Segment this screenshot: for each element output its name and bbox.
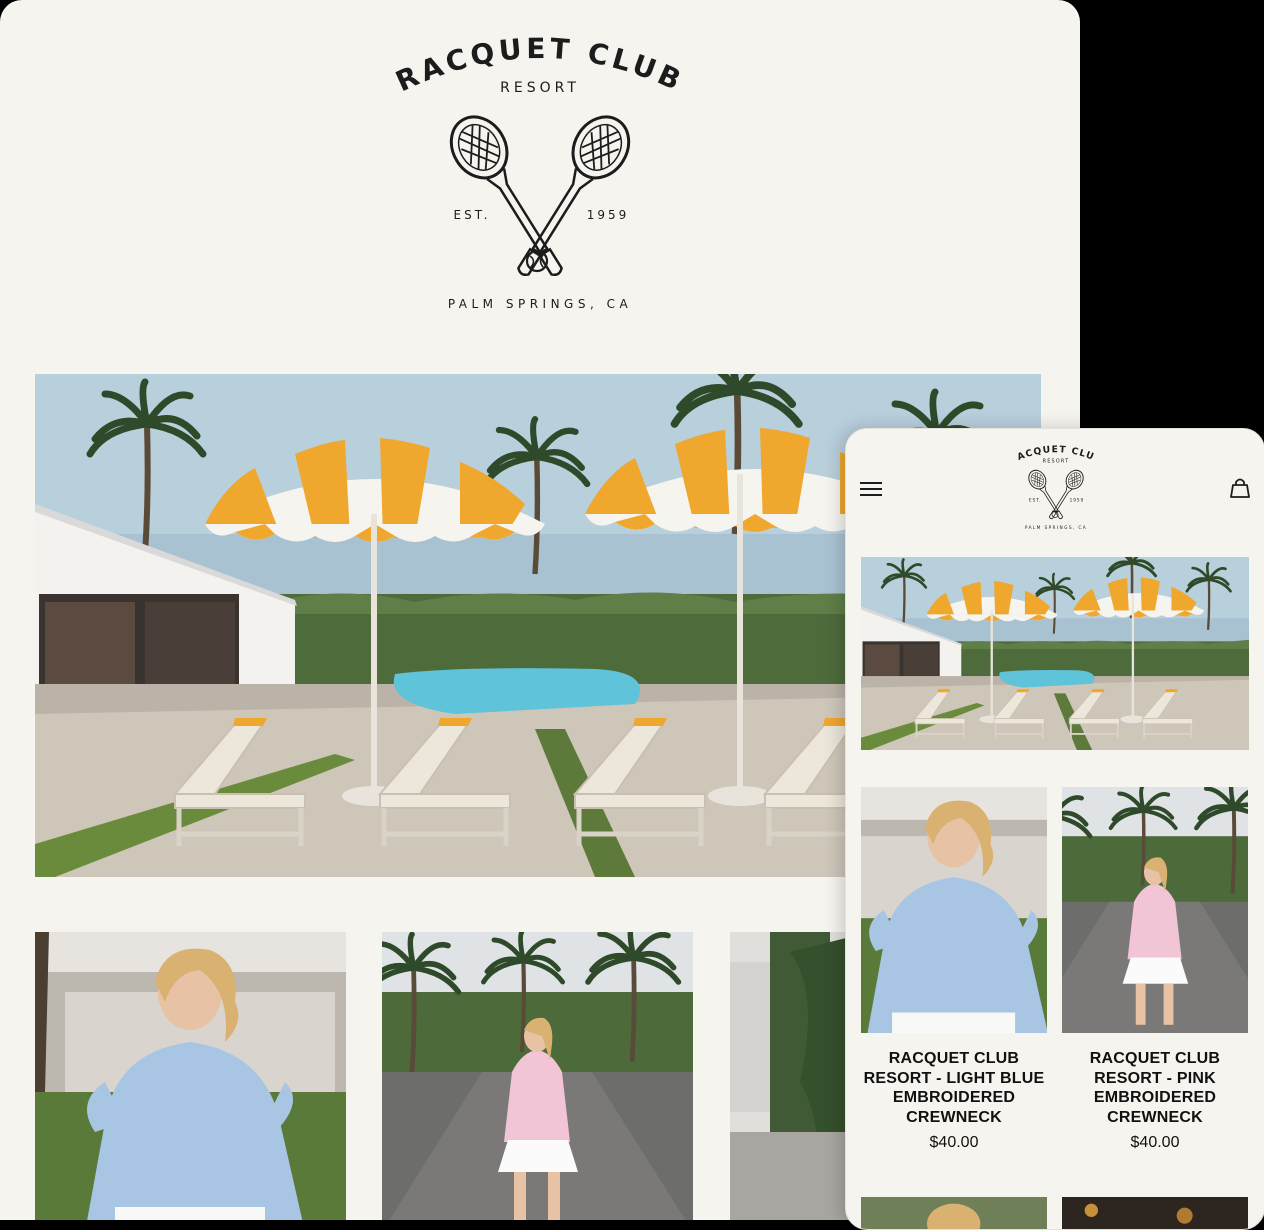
product-price: $40.00 (929, 1134, 979, 1151)
product-title-line: EMBROIDERED (1093, 1089, 1217, 1106)
est-label: EST. (454, 208, 491, 222)
mobile-header: RACQUET CLUB RESORT EST. 1959 PALM SPRIN… (846, 429, 1264, 539)
product-title[interactable]: RACQUET CLUB RESORT - LIGHT BLUE EMBROID… (861, 1049, 1047, 1127)
next-product-image[interactable] (861, 1197, 1047, 1229)
product-title-line: RESORT - PINK (1094, 1069, 1216, 1087)
shopping-bag-icon[interactable] (1229, 477, 1251, 499)
product-card[interactable]: RACQUET CLUB RESORT - PINK EMBROIDERED C… (1062, 787, 1248, 1152)
product-price: $40.00 (1130, 1134, 1180, 1151)
product-title-line: CREWNECK (906, 1108, 1002, 1126)
brand-location: PALM SPRINGS, CA (448, 297, 632, 311)
product-card[interactable]: RACQUET CLUB RESORT - LIGHT BLUE EMBROID… (861, 787, 1047, 1152)
brand-subtitle: RESORT (500, 80, 580, 96)
product-title-line: EMBROIDERED (892, 1089, 1016, 1106)
product-thumb-pink[interactable] (382, 932, 693, 1220)
mobile-crossed-rackets-icon (1024, 466, 1088, 524)
mobile-brand-location: PALM SPRINGS, CA (1025, 525, 1087, 531)
product-title-line: RACQUET CLUB (1089, 1050, 1221, 1067)
product-title-line: RACQUET CLUB (888, 1050, 1020, 1067)
product-title[interactable]: RACQUET CLUB RESORT - PINK EMBROIDERED C… (1062, 1049, 1248, 1127)
product-title-line: RESORT - LIGHT BLUE (863, 1069, 1045, 1087)
mobile-est-label: EST. (1029, 498, 1042, 504)
mobile-hero-image (861, 557, 1249, 750)
mobile-storefront: RACQUET CLUB RESORT EST. 1959 PALM SPRIN… (845, 428, 1264, 1230)
brand-logo[interactable]: RACQUET CLUB RESORT EST. 1959 PALM SPRIN… (390, 28, 690, 328)
next-product-image[interactable] (1062, 1197, 1248, 1229)
mobile-brand-logo[interactable]: RACQUET CLUB RESORT EST. 1959 PALM SPRIN… (1010, 443, 1102, 535)
product-title-line: CREWNECK (1107, 1108, 1203, 1126)
product-thumb-light-blue[interactable] (35, 932, 346, 1220)
crossed-rackets-icon (438, 105, 642, 290)
mobile-brand-subtitle: RESORT (1043, 459, 1070, 465)
mobile-est-year: 1959 (1070, 498, 1085, 504)
est-year: 1959 (587, 208, 630, 222)
product-image[interactable] (1062, 787, 1248, 1033)
hamburger-menu-icon[interactable] (860, 479, 882, 497)
product-image[interactable] (861, 787, 1047, 1033)
